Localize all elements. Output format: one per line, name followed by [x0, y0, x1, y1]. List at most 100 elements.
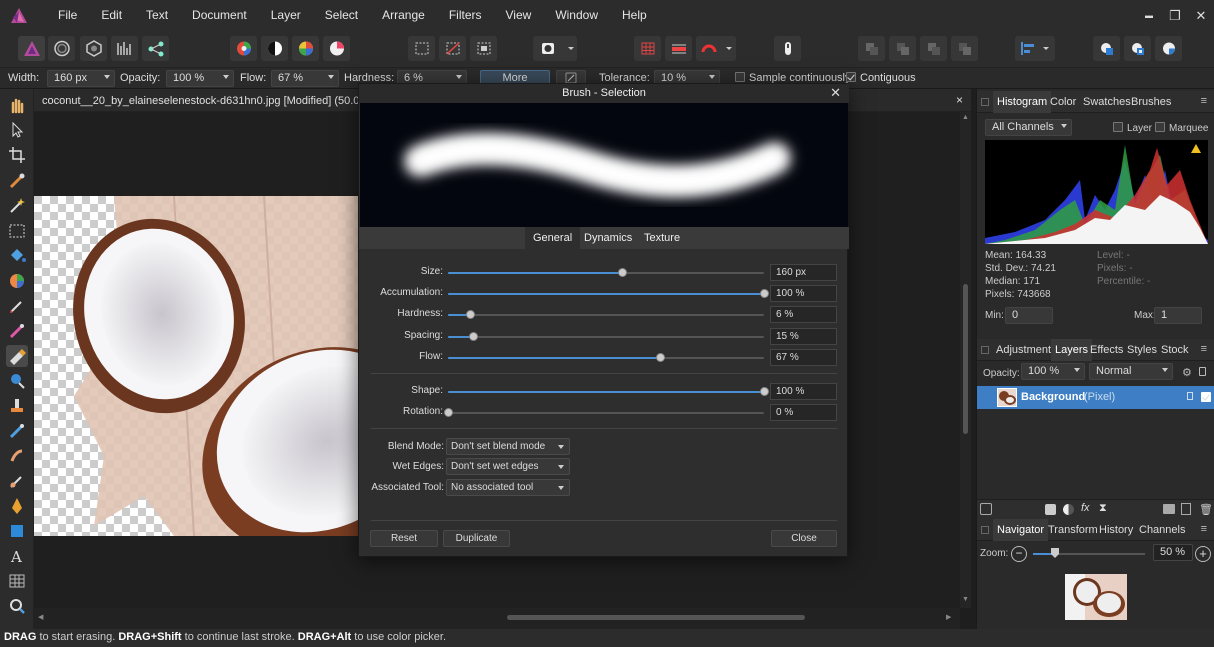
restore-button[interactable]: ❐ [1162, 8, 1188, 24]
opacity-field[interactable]: 100 % [166, 70, 234, 87]
dialog-title-bar[interactable]: Brush - Selection [359, 84, 849, 103]
menu-layer[interactable]: Layer [259, 0, 313, 31]
tone-mapping-persona-button[interactable] [111, 36, 138, 61]
rectangle-tool[interactable] [6, 520, 28, 542]
layers-stack-icon[interactable] [980, 503, 992, 515]
tab-texture[interactable]: Texture [636, 227, 688, 249]
clone-tool[interactable] [6, 395, 28, 417]
lock-icon[interactable] [1199, 367, 1206, 376]
auto-white-balance-button[interactable] [323, 36, 350, 61]
spacing-slider[interactable] [448, 332, 764, 341]
export-persona-button[interactable] [142, 36, 169, 61]
shape-slider-handle[interactable] [760, 387, 769, 396]
close-document-button[interactable]: × [956, 93, 963, 107]
marquee-tool[interactable] [6, 220, 28, 242]
menu-help[interactable]: Help [610, 0, 659, 31]
auto-levels-button[interactable] [230, 36, 257, 61]
healing-brush-tool[interactable] [6, 420, 28, 442]
tab-styles[interactable]: Styles [1127, 344, 1157, 356]
align-button[interactable] [1015, 36, 1055, 61]
flow-slider-field[interactable]: 67 % [770, 349, 837, 366]
develop-persona-button[interactable] [80, 36, 107, 61]
boolean-subtract-button[interactable] [1124, 36, 1151, 61]
boolean-add-button[interactable] [1093, 36, 1120, 61]
erase-brush-tool[interactable] [6, 345, 28, 367]
view-tool[interactable] [6, 94, 28, 116]
invert-selection-button[interactable] [470, 36, 497, 61]
menu-arrange[interactable]: Arrange [370, 0, 437, 31]
move-back-button[interactable] [920, 36, 947, 61]
snapping-button[interactable] [665, 36, 692, 61]
tab-layers[interactable]: Layers [1051, 339, 1093, 361]
dialog-close-icon[interactable]: ✕ [830, 85, 841, 101]
width-field[interactable]: 160 px [47, 70, 115, 87]
tab-navigator[interactable]: Navigator [993, 519, 1049, 541]
add-layer-icon[interactable] [1181, 503, 1191, 515]
blend-mode-select[interactable]: Don't set blend mode [446, 438, 570, 455]
accumulation-field[interactable]: 100 % [770, 285, 837, 302]
move-to-back-button[interactable] [951, 36, 978, 61]
auto-colors-button[interactable] [292, 36, 319, 61]
artistic-text-tool[interactable]: A [6, 545, 28, 567]
adjustment-icon[interactable] [1063, 504, 1074, 515]
tab-color[interactable]: Color [1050, 96, 1076, 108]
folder-icon[interactable] [1163, 504, 1175, 514]
tab-stock[interactable]: Stock [1161, 344, 1189, 356]
layer-lock-icon[interactable] [1187, 392, 1193, 400]
layer-checkbox[interactable] [1113, 122, 1123, 132]
selection-brush-tool[interactable] [6, 170, 28, 192]
hardness-slider-field[interactable]: 6 % [770, 306, 837, 323]
tab-general[interactable]: General [525, 227, 581, 249]
menu-view[interactable]: View [494, 0, 544, 31]
move-tool[interactable] [6, 119, 28, 141]
tab-channels[interactable]: Channels [1139, 524, 1185, 536]
flow-field[interactable]: 67 % [271, 70, 339, 87]
move-forward-button[interactable] [889, 36, 916, 61]
menu-window[interactable]: Window [543, 0, 610, 31]
live-filter-icon[interactable]: ⧗ [1099, 502, 1107, 515]
zoom-slider[interactable] [1033, 548, 1145, 558]
rotation-field[interactable]: 0 % [770, 404, 837, 421]
rotation-slider-handle[interactable] [444, 408, 453, 417]
magnet-snapping-button[interactable] [696, 36, 736, 61]
menu-document[interactable]: Document [180, 0, 259, 31]
hardness-slider-handle[interactable] [466, 310, 476, 319]
layer-row-background[interactable]: Background (Pixel) [977, 386, 1214, 409]
tab-history[interactable]: History [1099, 524, 1133, 536]
menu-file[interactable]: File [46, 0, 89, 31]
scroll-right-icon[interactable]: ▶ [946, 613, 951, 621]
smudge-tool[interactable] [6, 445, 28, 467]
paint-brush-tool[interactable] [6, 295, 28, 317]
layer-visibility-checkbox[interactable] [1201, 392, 1211, 402]
contiguous-checkbox[interactable] [846, 72, 856, 82]
channel-dropdown[interactable]: All Channels [985, 119, 1072, 136]
boolean-intersect-button[interactable] [1155, 36, 1182, 61]
menu-text[interactable]: Text [134, 0, 180, 31]
max-field[interactable]: 1 [1154, 307, 1202, 324]
reset-button[interactable]: Reset [370, 530, 438, 547]
zoom-out-button[interactable]: − [1011, 546, 1027, 562]
zoom-slider-handle[interactable] [1051, 548, 1059, 558]
trash-icon[interactable]: 🗑 [1199, 503, 1213, 516]
size-slider-handle[interactable] [617, 268, 627, 277]
tab-dynamics[interactable]: Dynamics [576, 227, 640, 249]
vertical-scroll-thumb[interactable] [963, 284, 968, 434]
marquee-checkbox[interactable] [1155, 122, 1165, 132]
auto-contrast-button[interactable] [261, 36, 288, 61]
deselect-button[interactable] [439, 36, 466, 61]
size-field[interactable]: 160 px [770, 264, 837, 281]
color-replacement-tool[interactable] [6, 320, 28, 342]
quick-mask-button[interactable] [533, 36, 577, 61]
document-image[interactable] [34, 196, 358, 536]
liquify-persona-button[interactable] [48, 36, 75, 61]
flow-slider[interactable] [448, 353, 764, 362]
horizontal-scroll-thumb[interactable] [507, 615, 805, 620]
flow-slider-handle[interactable] [655, 353, 665, 362]
panel-menu-icon[interactable]: ≡ [1201, 343, 1207, 355]
select-all-button[interactable] [408, 36, 435, 61]
horizontal-scrollbar[interactable]: ◀ ▶ [34, 608, 960, 629]
spacing-slider-handle[interactable] [469, 332, 479, 341]
pen-tool[interactable] [6, 495, 28, 517]
zoom-tool[interactable] [6, 595, 28, 617]
duplicate-button[interactable]: Duplicate [443, 530, 510, 547]
